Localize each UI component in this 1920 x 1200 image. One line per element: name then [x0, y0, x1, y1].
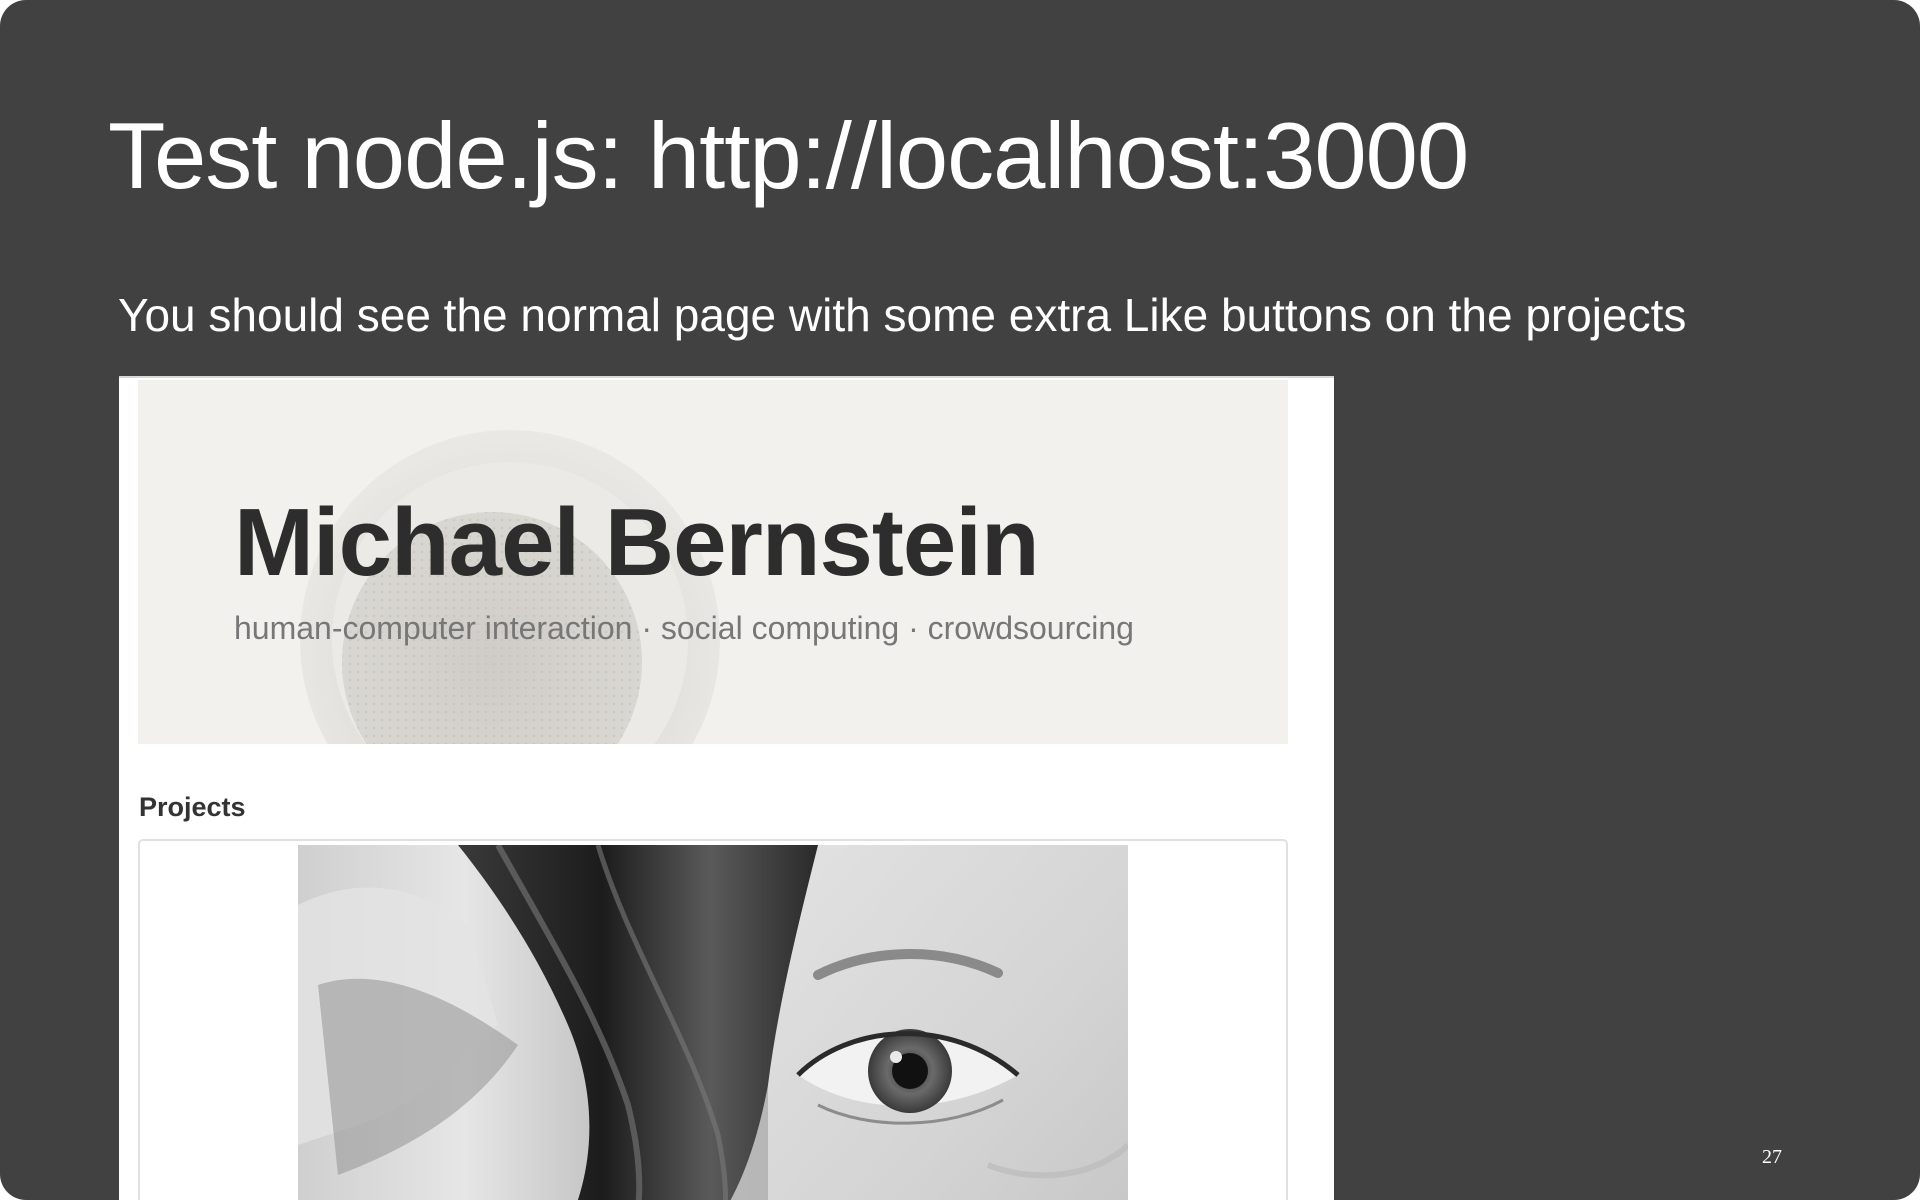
slide-subtitle: You should see the normal page with some… — [118, 289, 1687, 341]
hero-tagline: human-computer interaction · social comp… — [234, 610, 1134, 646]
project-card[interactable] — [138, 839, 1288, 1200]
eye-photo-icon — [298, 845, 1128, 1200]
hero-name: Michael Bernstein — [234, 489, 1040, 596]
project-image[interactable] — [298, 845, 1128, 1200]
page-number: 27 — [1762, 1146, 1782, 1168]
browser-screenshot: Michael Bernstein human-computer interac… — [119, 376, 1334, 1200]
hero-banner: Michael Bernstein human-computer interac… — [138, 380, 1288, 744]
projects-heading: Projects — [139, 792, 246, 822]
slide-title: Test node.js: http://localhost:3000 — [108, 103, 1469, 208]
slide: Test node.js: http://localhost:3000 You … — [0, 0, 1920, 1200]
